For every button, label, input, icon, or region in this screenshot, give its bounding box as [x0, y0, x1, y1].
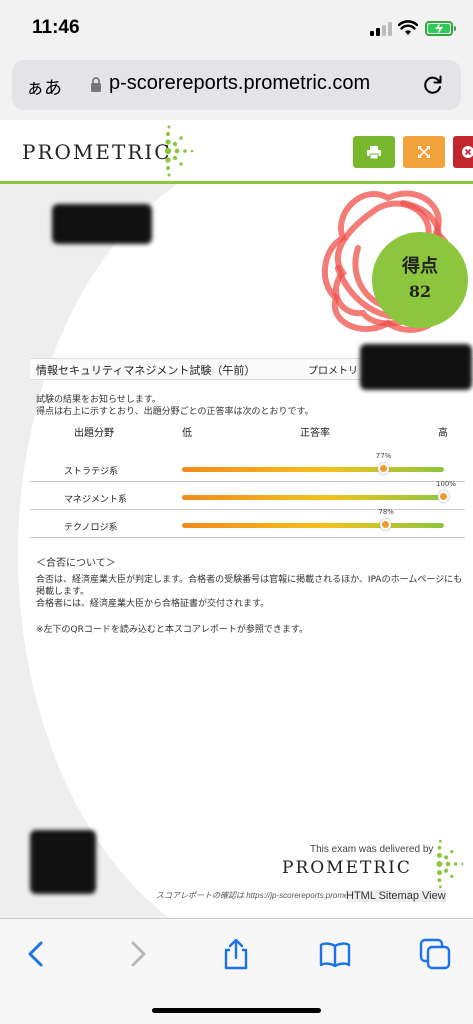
subject-row: テクノロジ系 78% [30, 508, 465, 538]
footer-prometric-logo: PROMETRIC [282, 858, 412, 878]
close-button[interactable] [453, 136, 473, 168]
score-table-header: 出題分野 低 正答率 高 [30, 422, 465, 440]
redacted-qr-code [30, 830, 96, 894]
home-indicator [152, 1008, 321, 1013]
share-icon[interactable] [219, 937, 253, 971]
column-field: 出題分野 [74, 428, 114, 439]
subject-name: マネジメント系 [64, 495, 128, 505]
tabs-icon[interactable] [418, 937, 452, 971]
expand-button[interactable] [403, 136, 445, 168]
pass-fail-line-2: 合格者には、経済産業大臣から合格証書が交付されます。 [36, 599, 270, 609]
forward-icon[interactable] [120, 937, 154, 971]
text-size-button[interactable]: ぁあ [26, 74, 62, 100]
exam-center-label: プロメトリ [308, 366, 358, 377]
prometric-logo-burst-icon [164, 125, 194, 177]
delivered-by-text: This exam was delivered by [310, 844, 434, 855]
score-marker [380, 519, 392, 530]
subject-name: ストラテジ系 [64, 467, 119, 477]
prometric-logo: PROMETRIC [22, 140, 172, 164]
page-header: PROMETRIC [0, 120, 473, 184]
address-bar[interactable]: ぁあ p-scorereports.prometric.com [12, 60, 461, 110]
score-value: 82 [408, 282, 432, 301]
column-rate: 正答率 [300, 428, 330, 439]
pass-fail-title: ＜合否について＞ [36, 558, 116, 569]
pass-fail-line-1: 合否は、経済産業大臣が判定します。合格者の受験番号は官報に掲載されるほか、IPA… [36, 575, 463, 597]
qr-note: ※左下のQRコードを読み込むと本スコアレポートが参照できます。 [36, 625, 308, 635]
printer-icon [367, 145, 381, 159]
cellular-signal-icon [370, 22, 392, 36]
score-marker [377, 463, 389, 474]
wifi-icon [398, 20, 418, 35]
back-icon[interactable] [20, 937, 54, 971]
notice-line-1: 試験の結果をお知らせします。 [36, 395, 161, 405]
close-icon [462, 146, 473, 158]
score-circle: 得点 82 [372, 232, 468, 328]
print-button[interactable] [353, 136, 395, 168]
score-bar [182, 495, 444, 500]
status-bar: 11:46 [0, 0, 473, 56]
redacted-exam-center [360, 344, 472, 390]
pass-fail-text: 合否は、経済産業大臣が判定します。合格者の受験番号は官報に掲載されるほか、IPA… [36, 574, 466, 610]
redacted-name [52, 204, 152, 244]
column-high: 高 [438, 428, 448, 439]
score-report: 得点 82 情報セキュリティマネジメント試験（午前） プロメトリ 試験の結果をお… [0, 184, 473, 918]
column-low: 低 [182, 428, 192, 439]
lock-icon [91, 77, 101, 92]
subject-row: ストラテジ系 77% [30, 452, 465, 482]
subject-name: テクノロジ系 [64, 523, 118, 533]
footer-logo-burst-icon [436, 839, 464, 889]
score-percent: 77% [375, 452, 392, 460]
score-percent: 78% [378, 508, 394, 516]
bookmarks-icon[interactable] [318, 937, 352, 971]
notice-line-2: 得点は右上に示すとおり、出題分野ごとの正答率は次のとおりです。 [36, 407, 314, 417]
exam-name: 情報セキュリティマネジメント試験（午前） [36, 364, 256, 377]
verify-url-text: スコアレポートの確認は https://jp-scorereports.prom… [156, 891, 377, 900]
score-label: 得点 [402, 256, 438, 277]
expand-icon [418, 146, 430, 158]
score-marker [438, 491, 449, 502]
reload-icon[interactable] [422, 74, 444, 96]
battery-charging-icon [425, 21, 456, 36]
status-time: 11:46 [32, 17, 80, 38]
html-sitemap-link[interactable]: HTML Sitemap View [346, 890, 446, 902]
browser-address-area: ぁあ p-scorereports.prometric.com [0, 56, 473, 120]
url-text[interactable]: p-scorereports.prometric.com [109, 72, 370, 95]
score-bar [182, 467, 444, 472]
score-percent: 100% [436, 480, 457, 488]
subject-row: マネジメント系 100% [30, 480, 465, 510]
result-notice: 試験の結果をお知らせします。 得点は右上に示すとおり、出題分野ごとの正答率は次の… [36, 394, 314, 418]
score-bar [182, 523, 444, 528]
